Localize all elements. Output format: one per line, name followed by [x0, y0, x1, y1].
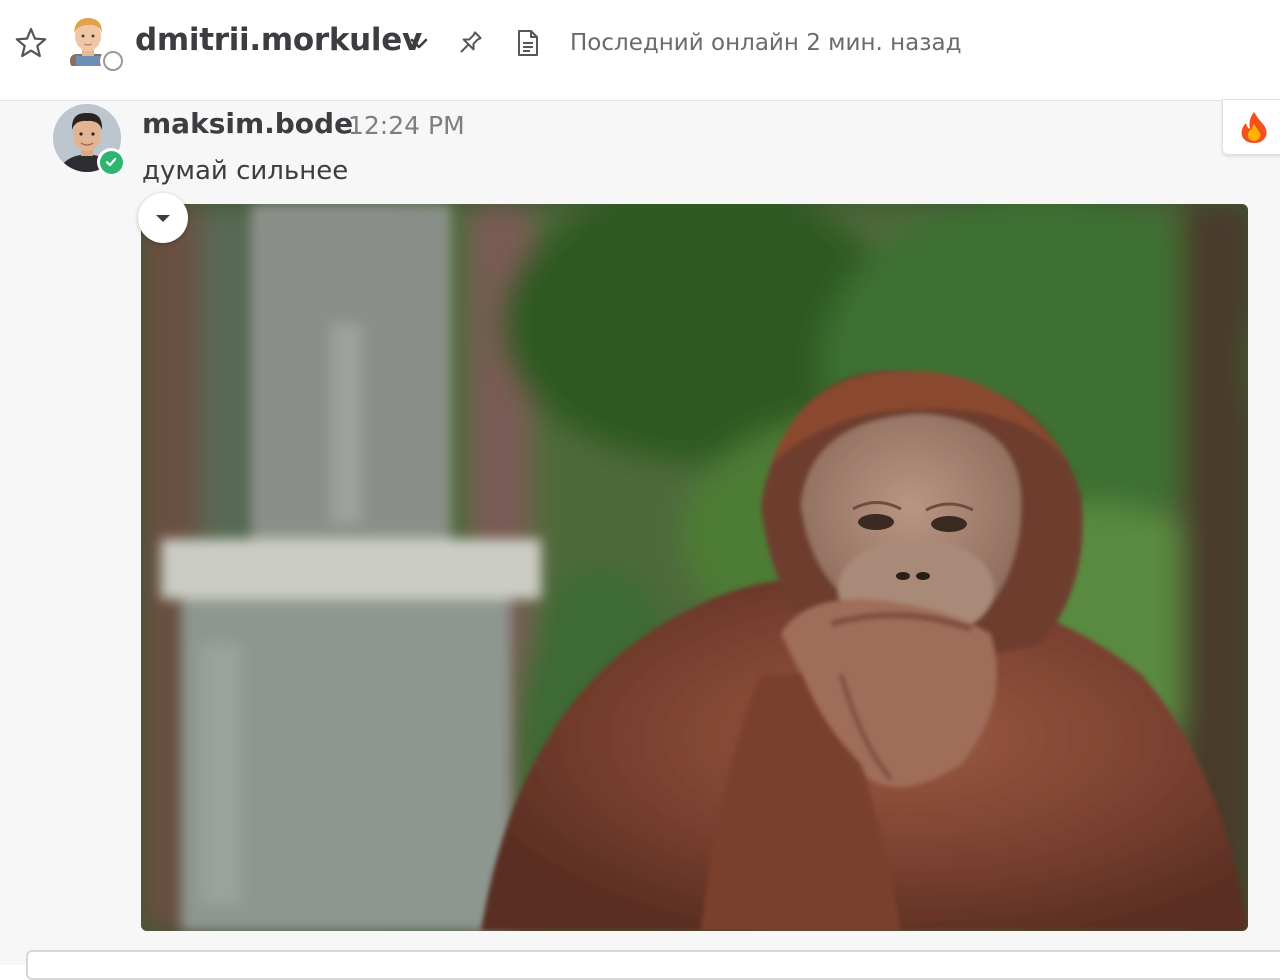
- channel-title[interactable]: dmitrii.morkulev: [135, 22, 422, 58]
- message-input-box[interactable]: [26, 950, 1280, 980]
- post-timestamp[interactable]: 12:24 PM: [348, 111, 465, 140]
- collapse-attachment-button[interactable]: [138, 193, 188, 243]
- offline-status-icon: [100, 48, 126, 74]
- post-message: думай сильнее: [142, 156, 349, 186]
- orangutan-photo: [141, 204, 1248, 931]
- caret-down-icon: [156, 215, 170, 222]
- channel-header: dmitrii.morkulev Последний онлайн 2 мин.…: [0, 0, 1280, 101]
- last-seen-text: Последний онлайн 2 мин. назад: [570, 30, 962, 56]
- fire-emoji-icon: [1241, 112, 1267, 143]
- chevron-down-icon[interactable]: [407, 32, 431, 56]
- pin-icon[interactable]: [455, 28, 485, 58]
- image-attachment[interactable]: [141, 204, 1248, 931]
- star-icon[interactable]: [14, 26, 48, 60]
- fire-reaction-button[interactable]: [1222, 99, 1280, 155]
- document-icon[interactable]: [514, 28, 542, 58]
- post-list: maksim.bode 12:24 PM думай сильнее: [0, 99, 1280, 980]
- post-author[interactable]: maksim.bode: [142, 107, 353, 140]
- online-status-icon: [97, 148, 125, 176]
